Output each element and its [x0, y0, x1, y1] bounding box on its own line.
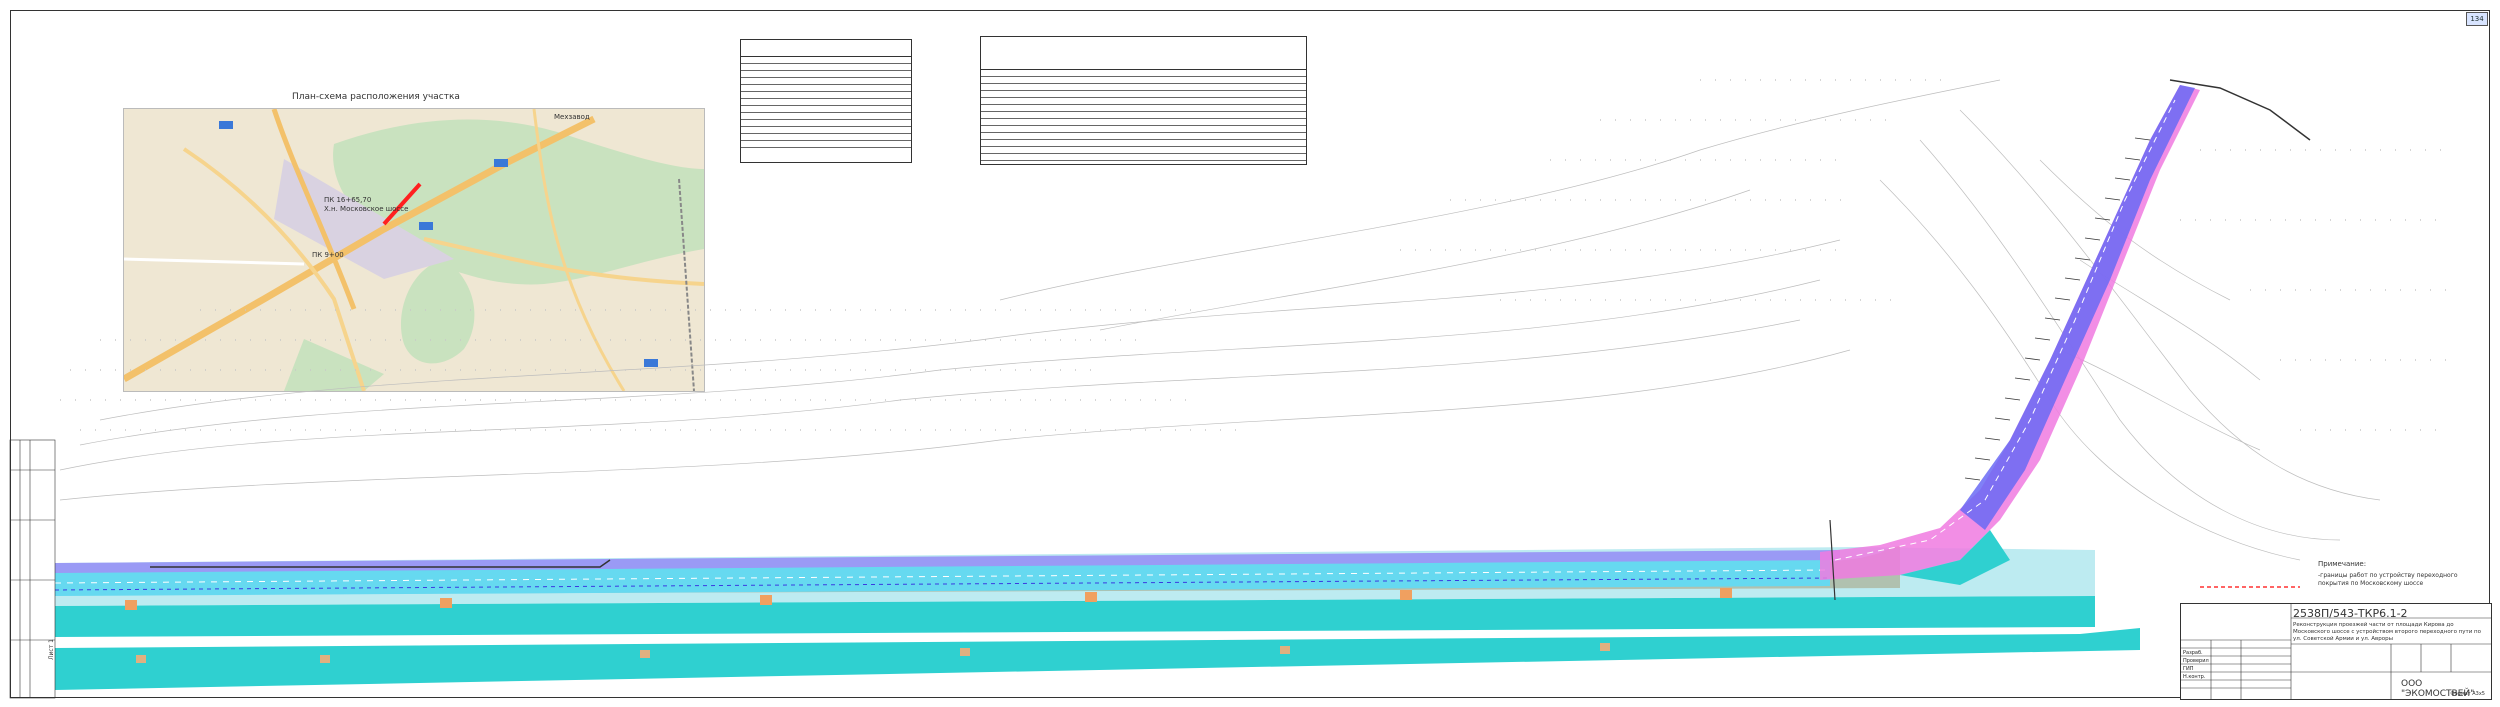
plan-drawing [9, 79, 2450, 699]
notes-title: Примечание: [2318, 560, 2367, 568]
notes-body: -границы работ по устройству переходного… [2318, 572, 2458, 587]
role-list: Разраб. Проверил ГИП Н.контр. [2183, 649, 2209, 681]
role-norm-control: Н.контр. [2183, 674, 2206, 680]
ramp-road [1820, 79, 2311, 601]
role-checker: Проверил [2183, 658, 2209, 664]
left-strip-label: Лист 1 [48, 639, 55, 660]
role-chief-engineer: ГИП [2183, 666, 2194, 672]
slope-hatching [1964, 137, 2151, 481]
role-developer: Разраб. [2183, 650, 2203, 656]
sheet-format: Формат А3х5 [2450, 691, 2485, 697]
vegetation-marks [60, 79, 2450, 431]
contour-lines [59, 79, 2381, 561]
drawing-code: 2538П/543-ТКР6.1-2 [2293, 607, 2408, 620]
project-description: Реконструкция проезжей части от площади … [2293, 622, 2482, 642]
title-block: Разраб. Проверил ГИП Н.контр. 2538П/543-… [2180, 603, 2492, 700]
